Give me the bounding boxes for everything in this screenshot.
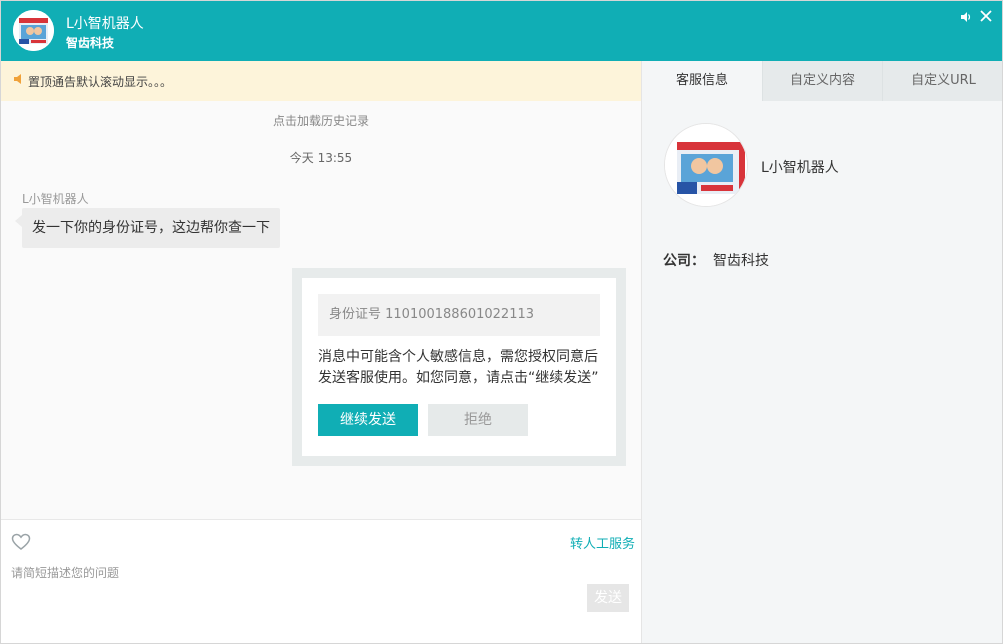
reject-button[interactable]: 拒绝 (428, 404, 528, 436)
header-title: L小智机器人 (66, 16, 144, 32)
notice-text: 置顶通告默认滚动显示。。。 (28, 75, 173, 89)
message-bubble: 发一下你的身份证号，这边帮你查一下 (22, 208, 280, 248)
continue-send-button[interactable]: 继续发送 (318, 404, 418, 436)
tab-custom-url[interactable]: 自定义URL (883, 61, 1002, 101)
consent-notice: 消息中可能含个人敏感信息，需您授权同意后 发送客服使用。如您同意，请点击“继续发… (318, 347, 608, 389)
profile-avatar (664, 123, 748, 207)
bubble-tail (15, 215, 22, 227)
transfer-to-agent-link[interactable]: 转人工服务 (570, 533, 635, 552)
heart-icon[interactable] (11, 533, 31, 551)
consent-notice-line: 发送客服使用。如您同意，请点击“继续发送” (318, 370, 599, 386)
chat-window: L小智机器人 智齿科技 置顶通告默认滚动显示。。。 点击加载历史记录 今天 13… (0, 0, 1003, 644)
volume-icon[interactable] (959, 11, 973, 25)
id-number-box: 身份证号 110100188601022113 (318, 294, 600, 336)
send-button[interactable]: 发送 (587, 584, 629, 612)
close-icon[interactable] (978, 9, 994, 25)
header-subtitle: 智齿科技 (66, 36, 115, 50)
consent-notice-line: 消息中可能含个人敏感信息，需您授权同意后 (318, 349, 598, 365)
notice-bar: 置顶通告默认滚动显示。。。 (1, 61, 641, 101)
company-label: 公司： (663, 253, 705, 269)
company-value: 智齿科技 (713, 253, 769, 269)
sender-name: L小智机器人 (22, 192, 89, 206)
tab-agent-info[interactable]: 客服信息 (642, 61, 763, 101)
load-history-link[interactable]: 点击加载历史记录 (1, 112, 641, 129)
profile-name: L小智机器人 (761, 160, 839, 176)
header-bar: L小智机器人 智齿科技 (1, 1, 1002, 61)
profile-image-icon (665, 124, 747, 206)
avatar (13, 10, 54, 51)
info-tabs: 客服信息 自定义内容 自定义URL (642, 61, 1002, 101)
tab-custom-content[interactable]: 自定义内容 (763, 61, 883, 101)
speaker-icon (13, 74, 23, 89)
avatar-image-icon (13, 10, 54, 51)
input-area: 转人工服务 发送 (1, 519, 641, 643)
message-timestamp: 今天 13:55 (289, 151, 353, 165)
message-input[interactable] (11, 562, 571, 584)
info-panel: 客服信息 自定义内容 自定义URL L小智机器人 公司： 智齿科技 (641, 61, 1002, 643)
